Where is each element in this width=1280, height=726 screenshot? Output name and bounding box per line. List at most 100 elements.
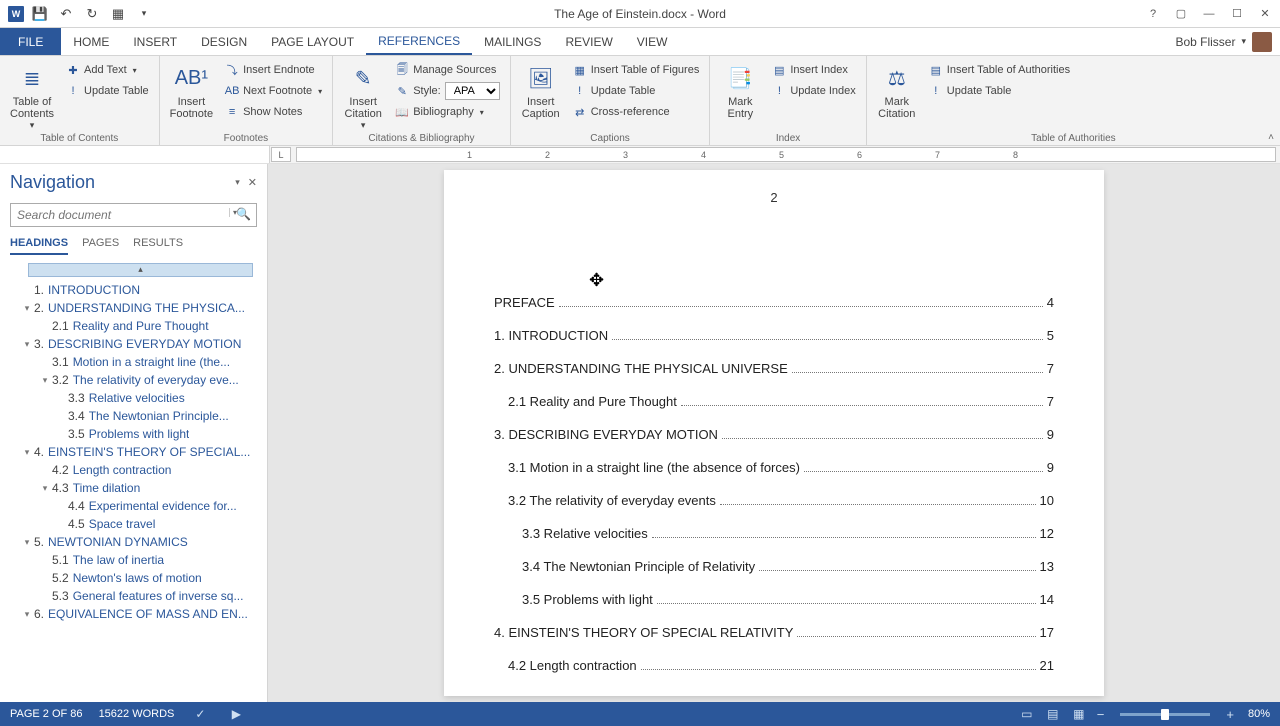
nav-heading-item[interactable]: ▾5.NEWTONIAN DYNAMICS	[0, 533, 263, 551]
add-text-button[interactable]: ✚Add Text▾	[62, 60, 153, 80]
touch-mode-icon[interactable]: ▦	[110, 6, 126, 22]
toc-entry[interactable]: 1. INTRODUCTION5	[494, 328, 1054, 343]
minimize-icon[interactable]: —	[1202, 7, 1216, 21]
qat-dropdown-icon[interactable]: ▾	[136, 6, 152, 22]
update-authorities-button[interactable]: !Update Table	[925, 81, 1074, 101]
search-icon[interactable]: 🔍	[236, 207, 251, 221]
next-footnote-button[interactable]: ABNext Footnote▾	[221, 81, 326, 101]
mark-entry-button[interactable]: 📑 Mark Entry	[716, 60, 764, 122]
nav-heading-item[interactable]: 4.5Space travel	[0, 515, 263, 533]
nav-tab-pages[interactable]: PAGES	[82, 237, 119, 255]
toc-entry[interactable]: 2.1 Reality and Pure Thought7	[494, 394, 1054, 409]
zoom-slider[interactable]	[1120, 713, 1210, 716]
tab-selector[interactable]: L	[271, 147, 291, 162]
nav-heading-item[interactable]: 4.2Length contraction	[0, 461, 263, 479]
toc-entry[interactable]: 3. DESCRIBING EVERYDAY MOTION9	[494, 427, 1054, 442]
toc-entry[interactable]: PREFACE4	[494, 295, 1054, 310]
toc-entry[interactable]: 4.2 Length contraction21	[494, 658, 1054, 673]
nav-heading-item[interactable]: 3.3Relative velocities	[0, 389, 263, 407]
cross-reference-button[interactable]: ⇄Cross-reference	[569, 102, 704, 122]
expand-icon[interactable]: ▾	[20, 537, 34, 548]
nav-heading-item[interactable]: ▾2.UNDERSTANDING THE PHYSICA...	[0, 299, 263, 317]
save-icon[interactable]: 💾	[32, 6, 48, 22]
tab-page-layout[interactable]: PAGE LAYOUT	[259, 28, 366, 55]
toc-entry[interactable]: 3.3 Relative velocities12	[494, 526, 1054, 541]
user-account[interactable]: Bob Flisser ▾	[1175, 28, 1280, 55]
nav-heading-item[interactable]: ▾6.EQUIVALENCE OF MASS AND EN...	[0, 605, 263, 623]
toc-entry[interactable]: 3.5 Problems with light14	[494, 592, 1054, 607]
toc-entry[interactable]: 2. UNDERSTANDING THE PHYSICAL UNIVERSE7	[494, 361, 1054, 376]
nav-heading-item[interactable]: ▾4.EINSTEIN'S THEORY OF SPECIAL...	[0, 443, 263, 461]
insert-index-button[interactable]: ▤Insert Index	[768, 60, 859, 80]
zoom-level[interactable]: 80%	[1248, 708, 1270, 720]
toc-entry[interactable]: 3.4 The Newtonian Principle of Relativit…	[494, 559, 1054, 574]
tab-review[interactable]: REVIEW	[553, 28, 624, 55]
status-page[interactable]: PAGE 2 OF 86	[10, 708, 83, 720]
redo-icon[interactable]: ↻	[84, 6, 100, 22]
tab-references[interactable]: REFERENCES	[366, 28, 472, 55]
mark-citation-button[interactable]: ⚖ Mark Citation	[873, 60, 921, 122]
undo-icon[interactable]: ↶	[58, 6, 74, 22]
zoom-out-button[interactable]: −	[1095, 707, 1107, 722]
citation-icon: ✎	[347, 62, 379, 94]
insert-caption-button[interactable]: 🖼 Insert Caption	[517, 60, 565, 122]
expand-icon[interactable]: ▾	[20, 447, 34, 458]
expand-icon[interactable]: ▾	[20, 609, 34, 620]
tab-view[interactable]: VIEW	[625, 28, 680, 55]
nav-heading-item[interactable]: 2.1Reality and Pure Thought	[0, 317, 263, 335]
nav-heading-item[interactable]: ▾3.2The relativity of everyday eve...	[0, 371, 263, 389]
ribbon-options-icon[interactable]: ▢	[1174, 7, 1188, 21]
tab-file[interactable]: FILE	[0, 28, 61, 55]
bibliography-button[interactable]: 📖Bibliography▾	[391, 102, 504, 122]
help-icon[interactable]: ?	[1146, 7, 1160, 21]
nav-jump-bar[interactable]: ▴	[28, 263, 253, 277]
expand-icon[interactable]: ▾	[38, 375, 52, 386]
tab-home[interactable]: HOME	[61, 28, 121, 55]
update-captions-button[interactable]: !Update Table	[569, 81, 704, 101]
insert-endnote-button[interactable]: ⤵Insert Endnote	[221, 60, 326, 80]
manage-sources-button[interactable]: 🗐Manage Sources	[391, 60, 504, 80]
nav-heading-item[interactable]: 3.4The Newtonian Principle...	[0, 407, 263, 425]
nav-heading-item[interactable]: ▾3.DESCRIBING EVERYDAY MOTION	[0, 335, 263, 353]
tab-insert[interactable]: INSERT	[121, 28, 189, 55]
expand-icon[interactable]: ▾	[20, 339, 34, 350]
insert-footnote-button[interactable]: AB¹ Insert Footnote	[166, 60, 217, 122]
insert-authorities-button[interactable]: ▤Insert Table of Authorities	[925, 60, 1074, 80]
document-area[interactable]: 2 PREFACE41. INTRODUCTION52. UNDERSTANDI…	[268, 164, 1280, 702]
nav-heading-item[interactable]: 3.1Motion in a straight line (the...	[0, 353, 263, 371]
tab-mailings[interactable]: MAILINGS	[472, 28, 553, 55]
show-notes-button[interactable]: ≡Show Notes	[221, 102, 326, 122]
window-title: The Age of Einstein.docx - Word	[554, 7, 726, 21]
insert-figures-button[interactable]: ▦Insert Table of Figures	[569, 60, 704, 80]
tab-design[interactable]: DESIGN	[189, 28, 259, 55]
expand-icon[interactable]: ▾	[38, 483, 52, 494]
maximize-icon[interactable]: ☐	[1230, 7, 1244, 21]
insert-citation-button[interactable]: ✎ Insert Citation ▾	[339, 60, 387, 133]
update-index-button[interactable]: !Update Index	[768, 81, 859, 101]
nav-heading-item[interactable]: 1.INTRODUCTION	[0, 281, 263, 299]
search-input[interactable]	[10, 203, 257, 227]
nav-heading-item[interactable]: 5.1The law of inertia	[0, 551, 263, 569]
status-words[interactable]: 15622 WORDS	[99, 708, 175, 720]
citation-style-select[interactable]: ✎Style: APA	[391, 81, 504, 101]
nav-options-icon[interactable]: ▾	[235, 177, 240, 188]
nav-heading-item[interactable]: 5.3General features of inverse sq...	[0, 587, 263, 605]
nav-heading-item[interactable]: ▾4.3Time dilation	[0, 479, 263, 497]
collapse-ribbon-icon[interactable]: ˄	[1268, 132, 1274, 143]
nav-heading-item[interactable]: 5.2Newton's laws of motion	[0, 569, 263, 587]
table-of-contents-button[interactable]: ≣ Table of Contents ▾	[6, 60, 58, 133]
update-toc-button[interactable]: !Update Table	[62, 81, 153, 101]
toc-entry[interactable]: 3.2 The relativity of everyday events10	[494, 493, 1054, 508]
horizontal-ruler[interactable]: 12345678	[296, 147, 1276, 162]
close-icon[interactable]: ✕	[1258, 7, 1272, 21]
zoom-in-button[interactable]: +	[1224, 707, 1236, 722]
expand-icon[interactable]: ▾	[20, 303, 34, 314]
nav-heading-item[interactable]: 3.5Problems with light	[0, 425, 263, 443]
nav-close-icon[interactable]: ✕	[248, 176, 257, 189]
nav-tab-results[interactable]: RESULTS	[133, 237, 183, 255]
nav-tab-headings[interactable]: HEADINGS	[10, 237, 68, 255]
toc-entry[interactable]: 4. EINSTEIN'S THEORY OF SPECIAL RELATIVI…	[494, 625, 1054, 640]
toc-entry[interactable]: 3.1 Motion in a straight line (the absen…	[494, 460, 1054, 475]
nav-heading-item[interactable]: 4.4Experimental evidence for...	[0, 497, 263, 515]
style-dropdown[interactable]: APA	[445, 82, 500, 100]
